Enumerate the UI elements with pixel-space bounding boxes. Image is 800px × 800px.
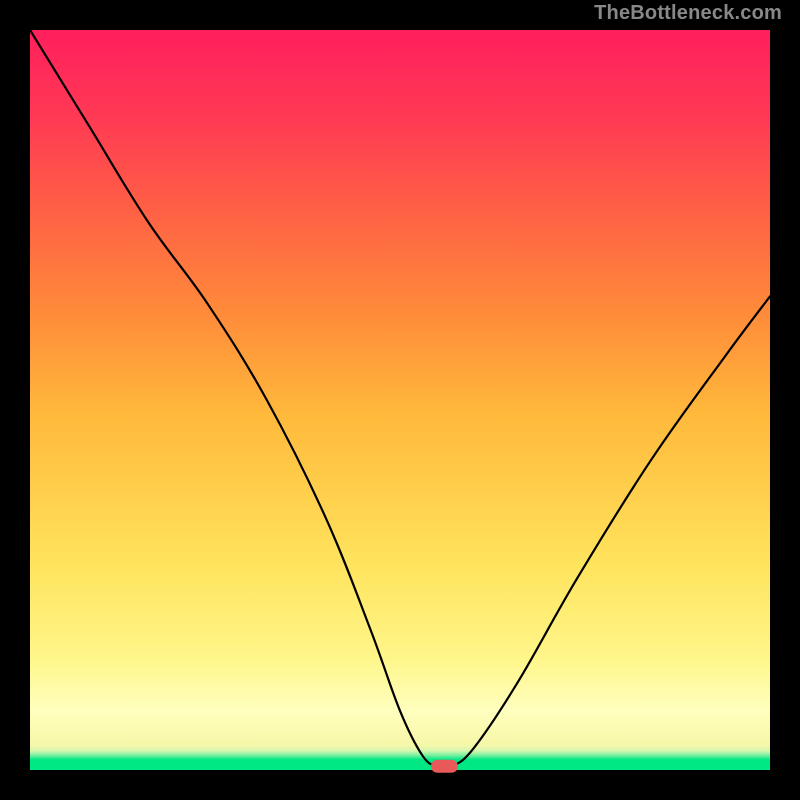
bottleneck-curve xyxy=(30,30,770,768)
curve-layer xyxy=(30,30,770,770)
minimum-marker xyxy=(431,760,457,772)
watermark-label: TheBottleneck.com xyxy=(594,2,782,25)
plot-area xyxy=(30,30,770,770)
chart-frame: TheBottleneck.com xyxy=(0,0,800,800)
